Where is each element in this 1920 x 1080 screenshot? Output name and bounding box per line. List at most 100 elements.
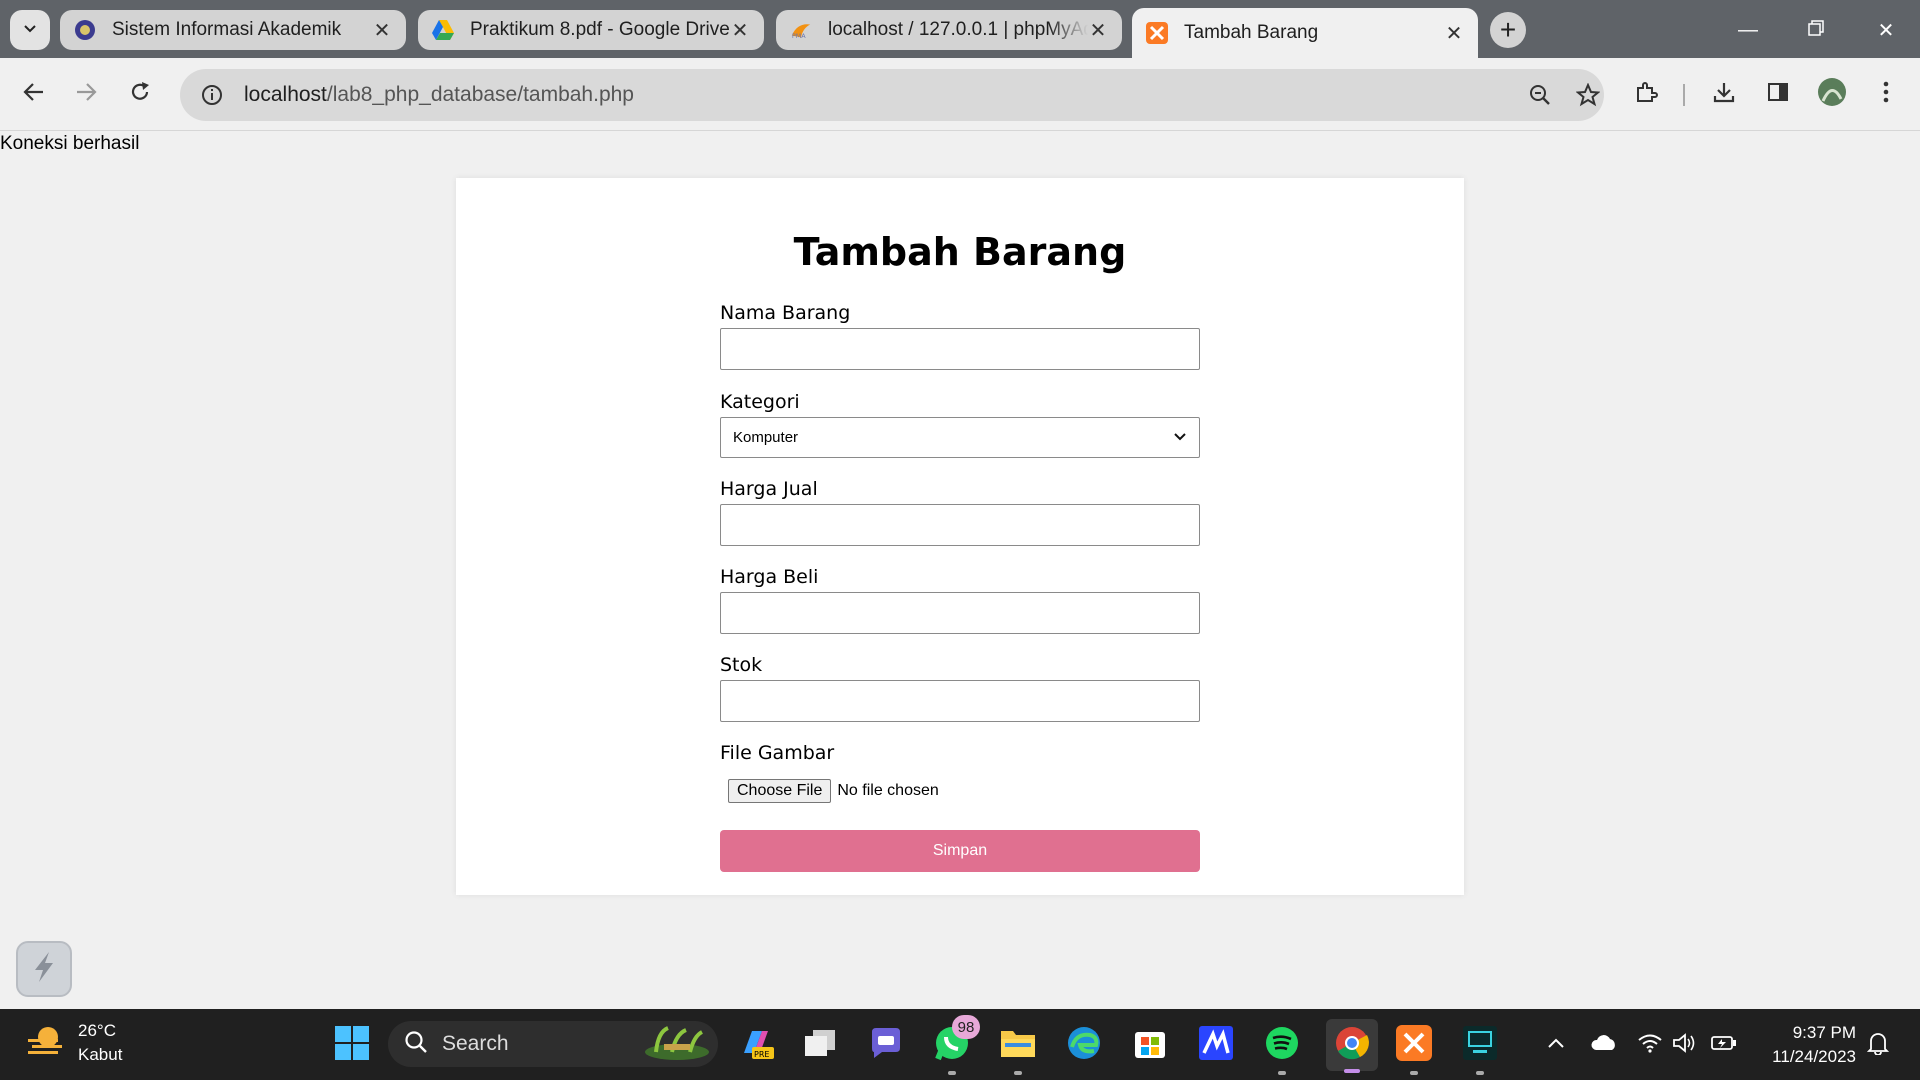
kebab-menu-icon — [1883, 81, 1889, 108]
extensions-button[interactable] — [1628, 76, 1664, 112]
clock-date: 11/24/2023 — [1772, 1047, 1856, 1066]
file-gambar-input: Choose File No file chosen — [728, 779, 939, 803]
store-icon — [1133, 1026, 1167, 1065]
system-clock[interactable]: 9:37 PM 11/24/2023 — [1760, 1021, 1856, 1069]
tab-search-button[interactable] — [10, 10, 50, 50]
tab-google-drive[interactable]: Praktikum 8.pdf - Google Drive ✕ — [418, 10, 764, 50]
app-m-app[interactable] — [1194, 1023, 1238, 1067]
university-seal-icon — [74, 19, 96, 41]
new-tab-button[interactable]: + — [1490, 12, 1526, 48]
harga-jual-label: Harga Jual — [720, 478, 818, 500]
task-view-app[interactable] — [798, 1023, 842, 1067]
active-indicator — [1344, 1069, 1360, 1073]
tab-title: Praktikum 8.pdf - Google Drive — [470, 19, 730, 40]
windows-taskbar: 26°C Kabut Search PRE 98 9:37 PM 11/24/2… — [0, 1009, 1920, 1080]
url-text: localhost/lab8_php_database/tambah.php — [244, 83, 634, 107]
tab-sistem-informasi[interactable]: Sistem Informasi Akademik ✕ — [60, 10, 406, 50]
harga-beli-input[interactable] — [720, 592, 1200, 634]
xampp-icon — [1396, 1024, 1432, 1066]
tab-title: localhost / 127.0.0.1 | phpMyAdmin — [828, 19, 1088, 40]
xampp-app[interactable] — [1392, 1023, 1436, 1075]
windows-logo-icon — [335, 1025, 369, 1065]
speaker-icon — [1672, 1032, 1696, 1059]
forward-button[interactable] — [68, 76, 104, 112]
taskbar-search[interactable]: Search — [388, 1021, 718, 1067]
cloud-icon — [1590, 1034, 1618, 1057]
battery-tray[interactable] — [1710, 1031, 1738, 1059]
start-button[interactable] — [330, 1023, 374, 1067]
screen-recorder-icon — [1463, 1025, 1497, 1065]
bookmark-star-icon[interactable] — [1570, 77, 1606, 113]
edge-icon — [1066, 1025, 1102, 1066]
notifications-button[interactable] — [1864, 1031, 1892, 1059]
chrome-app[interactable] — [1326, 1019, 1378, 1073]
running-indicator — [948, 1071, 956, 1075]
form-card: Tambah Barang Nama Barang Kategori Kompu… — [456, 178, 1464, 895]
google-drive-icon — [432, 19, 454, 41]
chevron-up-icon — [1547, 1036, 1565, 1054]
tab-tambah-barang[interactable]: Tambah Barang ✕ — [1132, 8, 1478, 58]
close-icon[interactable]: ✕ — [1444, 21, 1464, 46]
minimize-button[interactable]: — — [1728, 12, 1768, 48]
wifi-tray[interactable] — [1636, 1031, 1664, 1059]
no-file-text: No file chosen — [837, 782, 939, 799]
address-bar[interactable]: localhost/lab8_php_database/tambah.php — [180, 69, 1604, 121]
restore-icon — [1808, 19, 1824, 42]
close-icon[interactable]: ✕ — [372, 18, 392, 43]
close-icon[interactable]: ✕ — [730, 18, 750, 43]
downloads-button[interactable] — [1706, 76, 1742, 112]
url-path: /lab8_php_database/tambah.php — [326, 83, 634, 106]
plus-icon: + — [1499, 14, 1517, 45]
show-hidden-icons-button[interactable] — [1542, 1031, 1570, 1059]
close-icon[interactable]: ✕ — [1088, 18, 1108, 43]
svg-text:PRE: PRE — [754, 1050, 769, 1059]
battery-charging-icon — [1710, 1034, 1738, 1057]
zoom-icon[interactable] — [1522, 77, 1558, 113]
menu-button[interactable] — [1868, 76, 1904, 112]
restore-button[interactable] — [1796, 12, 1836, 48]
spotify-icon — [1264, 1025, 1300, 1066]
onedrive-tray[interactable] — [1590, 1031, 1618, 1059]
tab-title: Sistem Informasi Akademik — [112, 19, 342, 40]
recorder-app[interactable] — [1458, 1023, 1502, 1075]
page-title: Tambah Barang — [793, 230, 1127, 274]
browser-toolbar: localhost/lab8_php_database/tambah.php — [0, 58, 1920, 131]
teams-app[interactable] — [864, 1023, 908, 1067]
floating-app-widget[interactable] — [16, 941, 72, 997]
spotify-app[interactable] — [1260, 1023, 1304, 1075]
microsoft-store-app[interactable] — [1128, 1023, 1172, 1067]
tab-phpmyadmin[interactable]: PMA localhost / 127.0.0.1 | phpMyAdmin ✕ — [776, 10, 1122, 50]
reload-button[interactable] — [122, 76, 158, 112]
close-window-button[interactable]: ✕ — [1866, 12, 1906, 48]
site-info-icon[interactable] — [194, 77, 230, 113]
file-explorer-app[interactable] — [996, 1023, 1040, 1075]
reload-icon — [129, 81, 151, 108]
chevron-down-icon — [22, 20, 38, 41]
weather-fog-icon — [26, 1023, 66, 1064]
copilot-app[interactable]: PRE — [734, 1023, 778, 1067]
nama-barang-input[interactable] — [720, 328, 1200, 370]
whatsapp-app[interactable]: 98 — [930, 1015, 980, 1075]
edge-app[interactable] — [1062, 1023, 1106, 1067]
wifi-icon — [1637, 1033, 1663, 1058]
profile-button[interactable] — [1814, 76, 1850, 112]
kategori-select[interactable]: Komputer — [720, 417, 1200, 458]
chrome-icon — [1334, 1025, 1370, 1066]
minimize-icon: — — [1738, 18, 1758, 41]
harga-jual-input[interactable] — [720, 504, 1200, 546]
side-panel-button[interactable] — [1760, 76, 1796, 112]
weather-widget[interactable]: 26°C Kabut — [26, 1019, 122, 1067]
choose-file-button[interactable]: Choose File — [728, 779, 832, 803]
simpan-button[interactable]: Simpan — [720, 830, 1200, 872]
volume-tray[interactable] — [1670, 1031, 1698, 1059]
arrow-left-icon — [23, 81, 45, 108]
search-icon — [404, 1030, 428, 1059]
stok-input[interactable] — [720, 680, 1200, 722]
chat-icon — [868, 1026, 904, 1065]
copilot-pre-icon: PRE — [738, 1025, 774, 1066]
back-button[interactable] — [16, 76, 52, 112]
tab-strip: Sistem Informasi Akademik ✕ Praktikum 8.… — [0, 0, 1920, 58]
connection-status-text: Koneksi berhasil — [0, 133, 140, 154]
bell-icon — [1866, 1031, 1890, 1060]
task-view-icon — [803, 1028, 837, 1063]
